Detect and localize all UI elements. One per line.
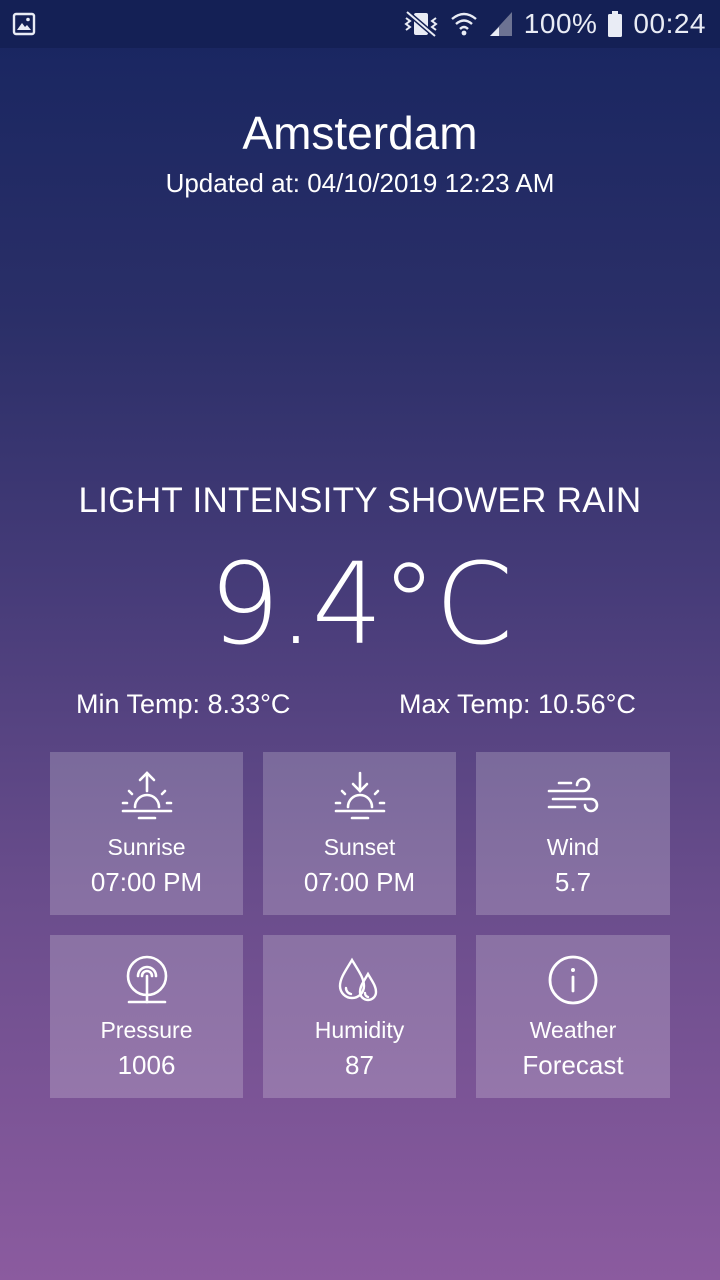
sunrise-label: Sunrise	[107, 834, 186, 860]
current-temperature: 9.4°C	[208, 540, 513, 670]
max-temperature: Max Temp: 10.56°C	[399, 689, 636, 719]
wind-value: 5.7	[554, 867, 592, 897]
status-bar: 100% 00:24	[0, 0, 720, 48]
updated-at: Updated at: 04/10/2019 12:23 AM	[165, 168, 555, 198]
sunset-value: 07:00 PM	[303, 867, 416, 897]
vibrate-mute-icon	[404, 10, 438, 38]
gallery-notification-icon	[12, 12, 36, 36]
humidity-value: 87	[345, 1050, 374, 1080]
pressure-tile[interactable]: Pressure 1006	[50, 935, 243, 1098]
weather-condition: LIGHT INTENSITY SHOWER RAIN	[78, 481, 642, 520]
pressure-label: Pressure	[100, 1017, 193, 1043]
details-grid: Sunrise 07:00 PM Sunset 07:00 PM Wind 5.…	[50, 752, 670, 1098]
sunset-label: Sunset	[323, 834, 396, 860]
city-name: Amsterdam	[242, 107, 478, 159]
battery-percentage: 100%	[523, 8, 598, 39]
sunrise-value: 07:00 PM	[90, 867, 203, 897]
status-icons: 100% 00:24	[402, 0, 706, 48]
wind-icon	[545, 769, 601, 825]
battery-icon	[608, 11, 623, 37]
clock: 00:24	[633, 8, 706, 39]
sunset-tile[interactable]: Sunset 07:00 PM	[263, 752, 456, 915]
signal-icon	[489, 12, 512, 36]
pressure-icon	[119, 952, 175, 1008]
weather-forecast-tile[interactable]: Weather Forecast	[476, 935, 670, 1098]
weather-label: Weather	[529, 1017, 617, 1043]
info-icon	[545, 952, 601, 1008]
sunset-icon	[332, 769, 388, 825]
humidity-label: Humidity	[314, 1017, 405, 1043]
pressure-value: 1006	[117, 1050, 176, 1080]
min-temperature: Min Temp: 8.33°C	[76, 689, 291, 719]
humidity-icon	[332, 952, 388, 1008]
humidity-tile[interactable]: Humidity 87	[263, 935, 456, 1098]
wind-label: Wind	[546, 834, 600, 860]
wifi-icon	[451, 12, 477, 36]
wind-tile[interactable]: Wind 5.7	[476, 752, 670, 915]
sunrise-tile[interactable]: Sunrise 07:00 PM	[50, 752, 243, 915]
forecast-value: Forecast	[522, 1050, 624, 1080]
sunrise-icon	[119, 769, 175, 825]
